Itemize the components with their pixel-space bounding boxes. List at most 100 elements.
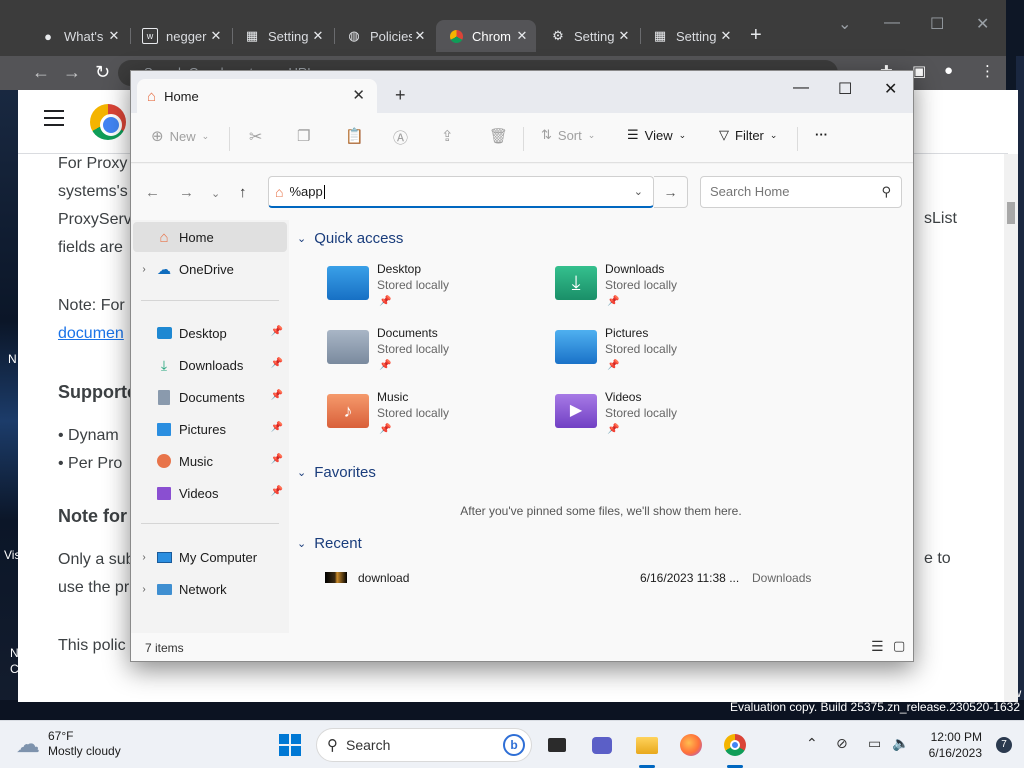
nav-item-documents[interactable]: Documents 📌 — [133, 382, 287, 412]
recent-locations-chevron-icon[interactable]: ⌄ — [211, 187, 220, 200]
close-icon[interactable]: ✕ — [106, 28, 122, 44]
quick-access-header[interactable]: ⌄ Quick access — [297, 230, 403, 247]
chrome-tab[interactable]: ⚙ Setting ✕ — [538, 20, 638, 52]
pin-icon[interactable]: 📌 — [271, 358, 283, 369]
tab-search-chevron-icon[interactable]: ⌄ — [838, 14, 851, 34]
chrome-taskbar-icon[interactable] — [723, 733, 747, 757]
close-icon[interactable]: ✕ — [616, 28, 632, 44]
close-icon[interactable]: ✕ — [352, 86, 365, 104]
reload-icon[interactable]: ↻ — [95, 62, 110, 83]
new-button[interactable]: ⊕ New ⌄ — [151, 127, 209, 145]
quick-access-documents[interactable]: Documents Stored locally 📌 — [327, 326, 547, 382]
close-button[interactable]: ✕ — [976, 14, 989, 34]
chrome-tab[interactable]: ● What's ✕ — [28, 20, 128, 52]
quick-access-desktop[interactable]: Desktop Stored locally 📌 — [327, 262, 547, 318]
minimize-button[interactable]: — — [884, 14, 900, 32]
profile-icon[interactable]: ● — [944, 62, 953, 79]
close-icon[interactable]: ✕ — [310, 28, 326, 44]
chevron-right-icon[interactable]: › — [133, 264, 155, 275]
forward-icon[interactable]: → — [179, 184, 194, 201]
nav-item-music[interactable]: Music 📌 — [133, 446, 287, 476]
weather-widget[interactable]: ☁ 67°F Mostly cloudy — [16, 729, 121, 759]
chrome-tab[interactable]: ▦ Setting ✕ — [232, 20, 332, 52]
close-icon[interactable]: ✕ — [718, 28, 734, 44]
clock[interactable]: 12:00 PM 6/16/2023 — [929, 729, 982, 761]
go-arrow-button[interactable]: → — [654, 176, 688, 208]
menu-icon[interactable]: ⋮ — [980, 62, 995, 80]
firefox-icon[interactable] — [679, 733, 703, 757]
up-icon[interactable]: ↑ — [239, 184, 247, 201]
recent-file-row[interactable]: download 6/16/2023 11:38 ... Downloads — [319, 570, 879, 592]
forward-icon[interactable]: → — [63, 62, 81, 83]
favorites-header[interactable]: ⌄ Favorites — [297, 464, 376, 481]
chrome-tab[interactable]: ▦ Setting ✕ — [640, 20, 740, 52]
quick-access-music[interactable]: ♪ Music Stored locally 📌 — [327, 390, 547, 446]
pin-icon[interactable]: 📌 — [271, 390, 283, 401]
rename-icon[interactable]: Ⓐ — [393, 127, 408, 148]
quick-access-videos[interactable]: ▶ Videos Stored locally 📌 — [555, 390, 775, 446]
recent-header[interactable]: ⌄ Recent — [297, 535, 362, 552]
nav-item-onedrive[interactable]: › ☁ OneDrive — [133, 254, 287, 284]
copy-icon[interactable]: ❐ — [297, 127, 310, 145]
minimize-button[interactable]: — — [793, 79, 809, 97]
view-button[interactable]: ☰ View ⌄ — [627, 127, 686, 143]
pin-icon[interactable]: 📌 — [271, 486, 283, 497]
pin-icon[interactable]: 📌 — [271, 422, 283, 433]
nav-item-videos[interactable]: Videos 📌 — [133, 478, 287, 508]
filter-button[interactable]: ▽ Filter ⌄ — [719, 127, 777, 143]
cloud-sync-icon[interactable]: ⊘ — [836, 735, 848, 752]
close-icon[interactable]: ✕ — [412, 28, 428, 44]
sidepanel-icon[interactable]: ▣ — [912, 62, 926, 80]
nav-item-downloads[interactable]: ⤓ Downloads 📌 — [133, 350, 287, 380]
cut-icon[interactable]: ✂ — [249, 127, 262, 147]
documentation-link[interactable]: documen — [58, 320, 124, 348]
details-view-icon[interactable]: ☰ — [871, 638, 884, 655]
scrollbar-thumb[interactable] — [1007, 202, 1015, 224]
maximize-button[interactable]: ☐ — [838, 79, 852, 99]
search-input[interactable]: Search Home ⚲ — [700, 176, 902, 208]
new-tab-button[interactable]: + — [395, 85, 406, 106]
network-status-icon[interactable]: ▭ — [868, 735, 881, 752]
maximize-button[interactable]: ☐ — [930, 14, 944, 34]
nav-item-home[interactable]: ⌂ Home — [133, 222, 287, 252]
chrome-tab[interactable]: w negger ✕ — [130, 20, 230, 52]
address-input[interactable]: %app — [289, 184, 322, 199]
back-icon[interactable]: ← — [145, 184, 160, 201]
more-options-button[interactable]: ··· — [815, 127, 828, 142]
quick-access-downloads[interactable]: ⤓ Downloads Stored locally 📌 — [555, 262, 775, 318]
tiles-view-icon[interactable]: ▢ — [893, 638, 905, 654]
volume-icon[interactable]: 🔈 — [892, 735, 909, 752]
chevron-right-icon[interactable]: › — [133, 584, 155, 595]
task-view-icon[interactable] — [545, 733, 569, 757]
sort-button[interactable]: ⇅ Sort ⌄ — [541, 127, 595, 143]
paste-icon[interactable]: 📋 — [345, 127, 364, 145]
file-explorer-taskbar-icon[interactable] — [635, 733, 659, 757]
address-bar[interactable]: ⌂ %app ⌄ — [268, 176, 654, 208]
close-icon[interactable]: ✕ — [514, 28, 530, 44]
nav-item-pictures[interactable]: Pictures 📌 — [133, 414, 287, 444]
chrome-tab[interactable]: ◍ Policies ✕ — [334, 20, 434, 52]
chevron-right-icon[interactable]: › — [133, 552, 155, 563]
taskbar-search[interactable]: ⚲ Search b — [316, 728, 532, 762]
chevron-up-icon[interactable]: ⌃ — [806, 735, 818, 752]
windows-start-icon[interactable] — [278, 733, 302, 757]
quick-access-pictures[interactable]: Pictures Stored locally 📌 — [555, 326, 775, 382]
nav-item-my-computer[interactable]: › My Computer — [133, 542, 287, 572]
explorer-tab-home[interactable]: ⌂ Home ✕ — [137, 79, 377, 113]
teams-chat-icon[interactable] — [590, 733, 614, 757]
delete-icon[interactable]: 🗑 — [489, 127, 508, 145]
desktop-icon-label[interactable]: N — [8, 352, 17, 366]
close-button[interactable]: ✕ — [884, 79, 897, 99]
chrome-tab-active[interactable]: Chrom ✕ — [436, 20, 536, 52]
nav-item-desktop[interactable]: Desktop 📌 — [133, 318, 287, 348]
pin-icon[interactable]: 📌 — [271, 326, 283, 337]
chevron-down-icon[interactable]: ⌄ — [634, 185, 643, 198]
pin-icon[interactable]: 📌 — [271, 454, 283, 465]
new-tab-button[interactable]: + — [750, 24, 762, 47]
nav-item-network[interactable]: › Network — [133, 574, 287, 604]
hamburger-icon[interactable] — [44, 110, 64, 126]
close-icon[interactable]: ✕ — [208, 28, 224, 44]
back-icon[interactable]: ← — [32, 62, 50, 83]
share-icon[interactable]: ⇪ — [441, 127, 454, 145]
page-scrollbar[interactable] — [1004, 154, 1018, 702]
